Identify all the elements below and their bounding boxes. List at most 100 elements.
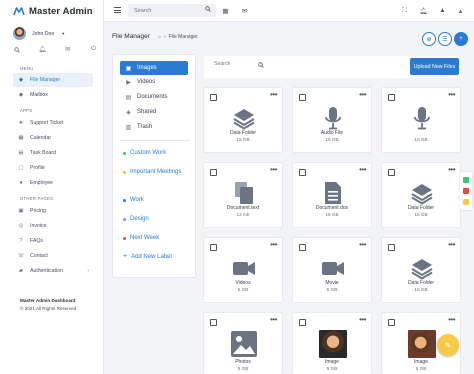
files-search-input[interactable] [214, 61, 254, 67]
menu-toggle-icon[interactable] [114, 7, 121, 13]
mail-icon[interactable]: ✉︎ [64, 46, 71, 53]
add-button[interactable]: + [454, 32, 468, 46]
more-options-icon[interactable]: ••• [270, 165, 277, 174]
spreadsheet-icon[interactable] [463, 176, 469, 183]
file-checkbox[interactable] [388, 244, 395, 251]
more-options-icon[interactable]: ••• [359, 165, 366, 174]
bell-icon[interactable]: 🔔︎ [419, 6, 428, 15]
apps-section-title: APPS [20, 108, 33, 113]
sidebar-item-file-manager[interactable]: ◆ File Manager [13, 73, 93, 87]
sidebar-item-authentication[interactable]: ▰ Authentication › [13, 264, 93, 278]
file-size: 15 GB [414, 287, 428, 292]
file-checkbox[interactable] [210, 319, 217, 326]
sidebar-item-mailbox[interactable]: ◆ Mailbox [13, 88, 93, 102]
more-options-icon[interactable]: ••• [359, 240, 366, 249]
more-options-icon[interactable]: ••• [448, 315, 455, 324]
user-profile[interactable]: John Doe ▼ [13, 27, 65, 40]
more-options-icon[interactable]: ••• [448, 240, 455, 249]
microphone-icon [410, 106, 434, 130]
file-checkbox[interactable] [388, 319, 395, 326]
folder-documents[interactable]: ▤ Documents [120, 90, 188, 104]
document-icon: ▤ [125, 94, 132, 101]
sidebar-item-employee[interactable]: ● Employee [13, 176, 93, 190]
file-card[interactable]: ••• Audio File 15 GB [292, 87, 372, 153]
mail-icon[interactable]: ✉︎ [240, 6, 249, 15]
search-icon: ⊕ [426, 36, 432, 43]
label-custom-work[interactable]: Custom Work [123, 149, 193, 158]
more-options-icon[interactable]: ••• [448, 165, 455, 174]
label-important-meetings[interactable]: Important Meetings [123, 168, 193, 177]
file-checkbox[interactable] [210, 169, 217, 176]
calendar-icon: ▦ [18, 135, 24, 141]
folder-images[interactable]: ▣ Images [120, 61, 188, 75]
chat-button[interactable]: ✎ [437, 334, 459, 356]
video-icon: ▶ [126, 79, 131, 86]
folder-label: Shared [137, 109, 157, 115]
file-card[interactable]: ••• Data Folder 15 GB [203, 87, 283, 153]
search-icon[interactable] [205, 6, 211, 14]
brand[interactable]: Master Admin [13, 5, 93, 17]
search-icon[interactable] [13, 46, 20, 53]
sidebar-item-contact[interactable]: ☏ Contact [13, 249, 93, 263]
file-checkbox[interactable] [299, 319, 306, 326]
global-search-input[interactable] [134, 7, 200, 14]
note-icon[interactable] [463, 199, 469, 206]
more-options-icon[interactable]: ••• [270, 240, 277, 249]
sidebar-item-label: Employee [30, 180, 54, 186]
file-card[interactable]: ••• Image 5 GB [292, 312, 372, 374]
fullscreen-icon[interactable]: ⛶ [400, 6, 409, 15]
sidebar-item-invoice[interactable]: ◎ Invoice [13, 219, 93, 233]
sidebar-item-pricing[interactable]: ▣ Pricing [13, 204, 93, 218]
chat-icon[interactable]: ▲ [438, 6, 447, 15]
file-size: 15 GB [414, 212, 428, 217]
upload-files-button[interactable]: Upload New Files [410, 58, 459, 75]
file-checkbox[interactable] [299, 169, 306, 176]
file-checkbox[interactable] [210, 94, 217, 101]
more-options-icon[interactable]: ••• [359, 90, 366, 99]
sidebar: Master Admin John Doe ▼ 🔔︎ ✉︎ ⏻ MENU ◆ Fi… [0, 0, 104, 374]
file-checkbox[interactable] [299, 94, 306, 101]
label-text: Next Week [130, 235, 160, 241]
calendar-icon[interactable]: ▦ [221, 6, 230, 15]
bell-icon[interactable]: 🔔︎ [38, 46, 46, 53]
sidebar-item-calendar[interactable]: ▦ Calendar [13, 131, 93, 145]
more-options-icon[interactable]: ••• [359, 315, 366, 324]
file-card[interactable]: ••• Data Folder 15 GB [381, 162, 461, 228]
file-card[interactable]: ••• Data Folder 15 GB [381, 237, 461, 303]
file-card[interactable]: ••• Movie 5 GB [292, 237, 372, 303]
file-card[interactable]: ••• Photos 5 GB [203, 312, 283, 374]
home-icon[interactable]: ⌂ [158, 34, 161, 40]
folder-shared[interactable]: ◈ Shared [120, 105, 188, 119]
file-card[interactable]: ••• 15 GB [381, 87, 461, 153]
sidebar-item-faqs[interactable]: ? FAQs [13, 234, 93, 248]
more-options-icon[interactable]: ••• [270, 315, 277, 324]
search-files-button[interactable]: ⊕ [422, 32, 436, 46]
file-card[interactable]: ••• Document.text 12 mb [203, 162, 283, 228]
sidebar-item-label: Profile [30, 165, 45, 171]
sidebar-item-support-ticket[interactable]: ➤ Support Ticket [13, 116, 93, 130]
top-bar: ▦ ✉︎ ⛶ 🔔︎ ▲ ▴ [104, 0, 474, 22]
label-next-week[interactable]: Next Week [123, 234, 193, 243]
file-card[interactable]: ••• Videos 5 GB [203, 237, 283, 303]
list-view-button[interactable]: ☰ [438, 32, 452, 46]
file-checkbox[interactable] [388, 94, 395, 101]
label-dot [123, 152, 126, 155]
sidebar-item-profile[interactable]: ▢ Profile [13, 161, 93, 175]
power-icon[interactable]: ⏻ [90, 46, 97, 53]
user-icon[interactable]: ▴ [456, 6, 465, 15]
pdf-icon[interactable] [463, 187, 469, 194]
image-icon: ▣ [125, 65, 132, 72]
more-options-icon[interactable]: ••• [270, 90, 277, 99]
more-options-icon[interactable]: ••• [448, 90, 455, 99]
search-icon[interactable] [258, 62, 264, 70]
label-work[interactable]: Work [123, 196, 193, 205]
folder-videos[interactable]: ▶ Videos [120, 75, 188, 89]
file-checkbox[interactable] [299, 244, 306, 251]
sidebar-item-task-board[interactable]: ▤ Task Board [13, 146, 93, 160]
file-card[interactable]: ••• Document.dox 15 GB [292, 162, 372, 228]
file-checkbox[interactable] [210, 244, 217, 251]
file-checkbox[interactable] [388, 169, 395, 176]
label-design[interactable]: Design [123, 215, 193, 224]
folder-trash[interactable]: ▥ Trash [120, 120, 188, 134]
add-label-button[interactable]: + Add New Label [123, 253, 193, 262]
